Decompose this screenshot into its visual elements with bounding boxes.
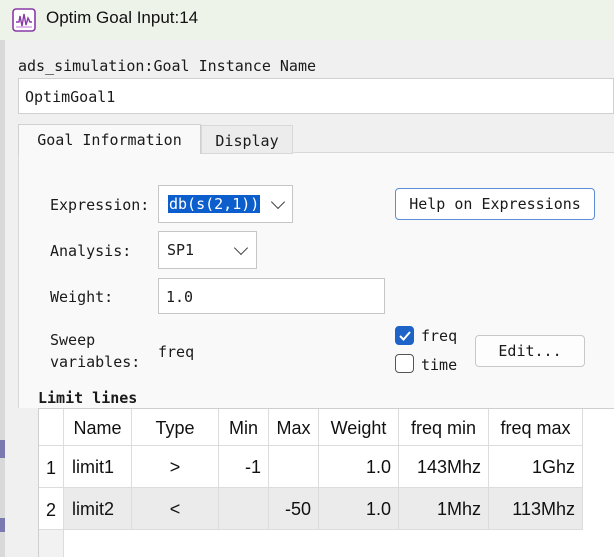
time-checkbox-label[interactable]: time [421,356,457,374]
help-on-expressions-button[interactable]: Help on Expressions [395,188,595,220]
cell-freq-max[interactable]: 1Ghz [489,446,583,488]
check-icon [399,331,411,341]
row-header[interactable]: 2 [39,488,64,530]
time-checkbox[interactable] [395,354,414,373]
analysis-value: SP1 [167,241,195,259]
cell-freq-min[interactable]: 143Mhz [399,446,489,488]
cell-name[interactable]: limit2 [64,488,132,530]
cell-weight[interactable]: 1.0 [319,488,399,530]
waveform-icon [12,8,36,32]
expression-label: Expression: [50,196,150,214]
edge-marker [0,518,5,532]
window-title: Optim Goal Input:14 [46,8,199,27]
cell-type[interactable]: > [132,446,219,488]
tab-goal-information[interactable]: Goal Information [18,124,201,154]
empty-row-area [39,530,64,557]
tab-display[interactable]: Display [201,125,293,154]
cell-freq-max[interactable]: 113Mhz [489,488,583,530]
instance-name-label: ads_simulation:Goal Instance Name [18,57,317,75]
column-header-freq-max[interactable]: freq max [489,409,583,446]
column-header-name[interactable]: Name [64,409,132,446]
cell-min[interactable]: -1 [219,446,269,488]
limit-lines-title: Limit lines [38,389,138,407]
cell-max[interactable] [269,446,319,488]
row-header[interactable]: 1 [39,446,64,488]
column-header-freq-min[interactable]: freq min [399,409,489,446]
expression-combobox[interactable]: db(s(2,1)) [158,185,293,223]
weight-label: Weight: [50,288,114,306]
cell-min[interactable] [219,488,269,530]
cell-weight[interactable]: 1.0 [319,446,399,488]
freq-checkbox[interactable] [395,326,414,345]
instance-name-input[interactable]: OptimGoal1 [18,78,614,114]
chevron-down-icon [270,194,286,210]
chevron-down-icon [233,240,249,256]
sweep-variables-label-line2: variables: [50,353,141,371]
weight-input[interactable]: 1.0 [158,278,385,314]
left-edge-strip [0,40,5,557]
sweep-variables-label-line1: Sweep [50,331,96,349]
column-header-max[interactable]: Max [269,409,319,446]
sweep-variables-value: freq [158,343,195,361]
analysis-combobox[interactable]: SP1 [158,231,257,269]
cell-type[interactable]: < [132,488,219,530]
cell-name[interactable]: limit1 [64,446,132,488]
edge-marker [0,440,5,458]
table-corner[interactable] [39,409,64,446]
cell-max[interactable]: -50 [269,488,319,530]
column-header-min[interactable]: Min [219,409,269,446]
freq-checkbox-label[interactable]: freq [421,327,457,345]
expression-value: db(s(2,1)) [168,195,261,213]
analysis-label: Analysis: [50,242,132,260]
cell-freq-min[interactable]: 1Mhz [399,488,489,530]
column-header-weight[interactable]: Weight [319,409,399,446]
edit-sweep-button[interactable]: Edit... [475,335,585,367]
column-header-type[interactable]: Type [132,409,219,446]
